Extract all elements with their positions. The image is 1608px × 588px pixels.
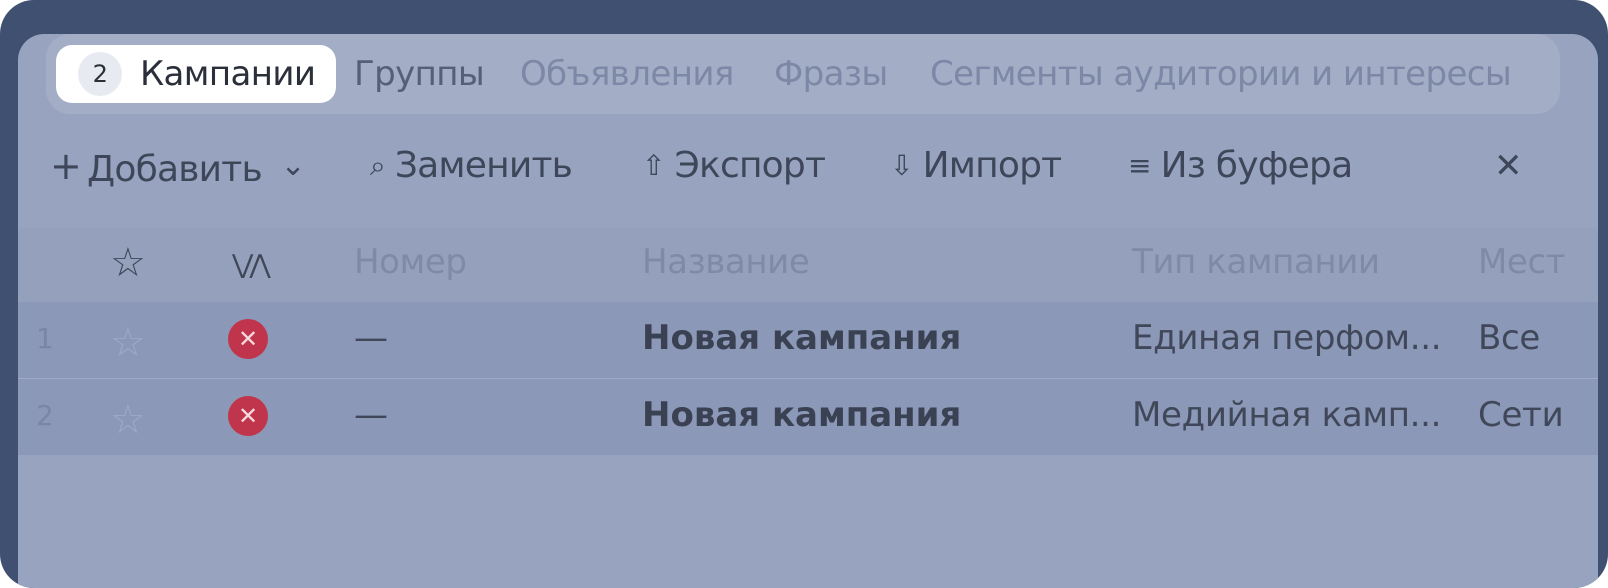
star-icon[interactable]: ☆ [110, 397, 146, 443]
import-button[interactable]: ⇩ Импорт [890, 142, 1062, 190]
tab-label: Кампании [140, 54, 316, 94]
column-number[interactable]: Номер [354, 242, 467, 282]
row-number: — [354, 318, 388, 358]
export-button[interactable]: ⇧ Экспорт [642, 142, 826, 190]
row-index: 2 [36, 399, 54, 432]
table-row[interactable]: 2 ☆ ✕ — Новая кампания Медийная камп... … [18, 379, 1598, 455]
column-place[interactable]: Мест [1478, 242, 1566, 282]
row-place: Все [1478, 318, 1541, 358]
row-name[interactable]: Новая кампания [642, 395, 961, 435]
tab-campaigns[interactable]: 2 Кампании [56, 45, 336, 103]
chevron-down-icon: ⌄ [280, 148, 306, 183]
download-icon: ⇩ [890, 149, 913, 182]
replace-button[interactable]: ⌕ Заменить [370, 142, 573, 190]
search-icon: ⌕ [370, 149, 386, 182]
tab-audience-segments[interactable]: Сегменты аудитории и интересы [930, 45, 1512, 103]
row-number: — [354, 395, 388, 435]
row-type: Единая перфом... [1132, 318, 1442, 358]
row-place: Сети [1478, 395, 1564, 435]
tab-count-badge: 2 [78, 51, 122, 96]
tab-bar: 2 Кампании Группы Объявления Фразы Сегмен… [46, 34, 1560, 114]
row-type: Медийная камп... [1132, 395, 1442, 435]
table-row[interactable]: 1 ☆ ✕ — Новая кампания Единая перфом... … [18, 302, 1598, 379]
add-button[interactable]: + Добавить ⌄ [50, 142, 306, 190]
tab-ads[interactable]: Объявления [520, 45, 734, 103]
column-name[interactable]: Название [642, 242, 810, 282]
star-icon[interactable]: ☆ [110, 320, 146, 366]
column-campaign-type[interactable]: Тип кампании [1132, 242, 1380, 282]
status-column-icon[interactable]: ⋁⋀ [232, 250, 271, 280]
tab-phrases[interactable]: Фразы [774, 45, 888, 103]
close-icon[interactable]: ✕ [1494, 142, 1522, 190]
plus-icon: + [50, 144, 82, 188]
campaigns-panel: 2 Кампании Группы Объявления Фразы Сегмен… [18, 34, 1598, 588]
tab-groups[interactable]: Группы [354, 45, 485, 103]
row-index: 1 [36, 322, 54, 355]
star-column-icon[interactable]: ☆ [110, 240, 146, 286]
row-name[interactable]: Новая кампания [642, 318, 961, 358]
from-buffer-button[interactable]: ≡ Из буфера [1128, 142, 1353, 190]
status-stopped-icon: ✕ [228, 396, 268, 436]
table-header: ☆ ⋁⋀ Номер Название Тип кампании Мест [18, 228, 1598, 302]
list-add-icon: ≡ [1128, 149, 1151, 182]
status-stopped-icon: ✕ [228, 319, 268, 359]
upload-icon: ⇧ [642, 149, 665, 182]
app-frame: 2 Кампании Группы Объявления Фразы Сегмен… [0, 0, 1608, 588]
